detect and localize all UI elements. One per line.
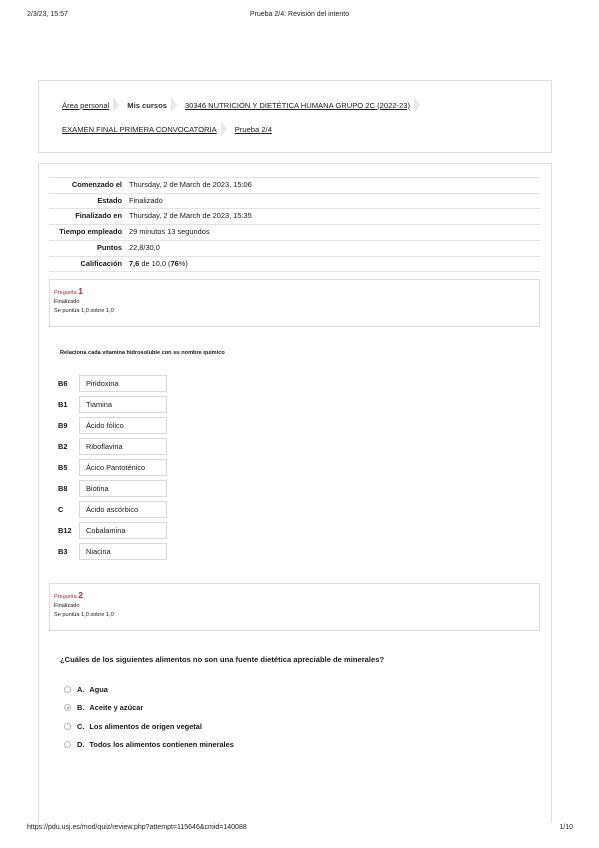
question-state: Finalizado xyxy=(54,603,80,610)
summary-label: Tiempo empleado xyxy=(59,227,122,237)
summary-value: Finalizado xyxy=(129,195,163,205)
question-number: Pregunta 2 xyxy=(54,588,535,602)
summary-row: Estado Finalizado xyxy=(49,192,540,209)
breadcrumb-separator-icon xyxy=(414,97,421,113)
match-select[interactable]: Niacina xyxy=(79,543,167,560)
question-number-value: 2 xyxy=(78,590,83,600)
match-row: B9 Ácido fólico xyxy=(58,415,167,436)
question-state: Finalizado xyxy=(54,299,80,306)
grade-end: %) xyxy=(178,258,188,268)
question-prefix: Pregunta xyxy=(54,290,77,296)
breadcrumb-area-personal[interactable]: Área personal xyxy=(62,101,109,110)
breadcrumb-row: Área personal Mis cursos 30346 NUTRICIÓN… xyxy=(62,97,428,113)
question-text: ¿Cuáles de los siguientes alimentos no s… xyxy=(60,655,385,664)
match-label: B2 xyxy=(58,442,68,451)
option-text: Agua xyxy=(89,684,108,694)
option-letter: D. xyxy=(77,740,85,750)
grade-rest: de 10,0 ( xyxy=(139,258,171,268)
match-select[interactable]: Cobalamina xyxy=(79,522,167,539)
print-page-number: 1/10 xyxy=(559,824,573,831)
question-number-value: 1 xyxy=(78,286,83,296)
breadcrumb-exam[interactable]: EXAMEN FINAL PRIMERA CONVOCATORIA xyxy=(62,125,217,134)
match-label: B3 xyxy=(58,547,68,556)
summary-label: Estado xyxy=(97,195,122,205)
radio-icon[interactable] xyxy=(64,685,71,693)
answer-option[interactable]: C. Los alimentos de origen vegetal xyxy=(64,717,234,736)
attempt-summary-table: Comenzado el Thursday, 2 de March de 202… xyxy=(49,177,540,273)
option-text: Todos los alimentos contienen minerales xyxy=(89,740,234,750)
option-text: Aceite y azúcar xyxy=(89,703,144,713)
match-row: B8 Biotina xyxy=(58,478,167,499)
match-row: B6 Piridoxina xyxy=(58,373,167,394)
match-label: C xyxy=(58,505,64,514)
summary-value: 22,8/30,0 xyxy=(129,242,160,252)
match-row: C Ácido ascórbico xyxy=(58,499,167,520)
answer-option[interactable]: A. Agua xyxy=(64,680,234,699)
answer-option[interactable]: B. Aceite y azúcar xyxy=(64,699,234,718)
match-select[interactable]: Piridoxina xyxy=(79,375,167,392)
question-prefix: Pregunta xyxy=(54,594,77,600)
match-label: B5 xyxy=(58,463,68,472)
breadcrumb-row: EXAMEN FINAL PRIMERA CONVOCATORIA Prueba… xyxy=(62,121,272,137)
summary-value: Thursday, 2 de March de 2023, 15:35 xyxy=(129,211,252,221)
question-info-2: Pregunta 2 Finalizado Se puntúa 1,0 sobr… xyxy=(49,583,540,631)
match-select[interactable]: Tiamina xyxy=(79,396,167,413)
answer-option[interactable]: D. Todos los alimentos contienen minerale… xyxy=(64,736,234,755)
print-header: 2/3/23, 15:57 Prueba 2/4: Revisión del i… xyxy=(0,11,599,23)
question-score: Se puntúa 1,0 sobre 1,0 xyxy=(54,308,114,315)
matching-answers: B6 Piridoxina B1 Tiamina B9 Ácido fólico B2… xyxy=(58,373,167,562)
breadcrumb-separator-icon xyxy=(170,97,177,113)
option-letter: A. xyxy=(77,684,85,694)
match-row: B12 Cobalamina xyxy=(58,520,167,541)
match-select[interactable]: Ácido fólico xyxy=(79,417,167,434)
match-row: B5 Ácico Pantoténico xyxy=(58,457,167,478)
summary-row: Comenzado el Thursday, 2 de March de 202… xyxy=(49,177,540,193)
summary-row: Finalizado en Thursday, 2 de March de 20… xyxy=(49,208,540,224)
summary-label: Calificación xyxy=(80,258,122,268)
breadcrumb-mis-cursos[interactable]: Mis cursos xyxy=(127,101,167,110)
match-row: B2 Riboflavina xyxy=(58,436,167,457)
option-text: Los alimentos de origen vegetal xyxy=(89,721,202,731)
grade-value: 7,6 xyxy=(129,258,140,268)
grade-percent: 76 xyxy=(170,258,179,268)
radio-icon[interactable] xyxy=(64,722,71,730)
match-select[interactable]: Riboflavina xyxy=(79,438,167,455)
match-select[interactable]: Biotina xyxy=(79,480,167,497)
breadcrumb-separator-icon xyxy=(113,97,120,113)
radio-icon[interactable] xyxy=(64,741,71,749)
radio-checked-icon[interactable] xyxy=(64,704,71,712)
breadcrumb-course[interactable]: 30346 NUTRICIÓN Y DIETÉTICA HUMANA GRUPO… xyxy=(185,101,410,110)
summary-label: Comenzado el xyxy=(71,180,122,189)
summary-row: Tiempo empleado 29 minutos 13 segundos xyxy=(49,224,540,240)
option-letter: C. xyxy=(77,721,85,731)
match-label: B6 xyxy=(58,379,68,388)
summary-grade-value: 7,6 de 10,0 (76%) xyxy=(127,257,190,272)
match-row: B1 Tiamina xyxy=(58,394,167,415)
breadcrumb-quiz[interactable]: Prueba 2/4 xyxy=(235,125,272,134)
match-label: B8 xyxy=(58,484,68,493)
match-label: B12 xyxy=(58,526,72,535)
breadcrumb-separator-icon xyxy=(220,121,227,137)
question-number: Pregunta 1 xyxy=(54,284,535,298)
question-text: Relaciona cada vitamina hidrosoluble con… xyxy=(60,350,225,356)
answer-options: A. Agua B. Aceite y azúcar C. Los alimentos… xyxy=(64,680,234,754)
summary-row: Puntos 22,8/30,0 xyxy=(49,239,540,256)
summary-label: Finalizado en xyxy=(75,211,122,221)
option-letter: B. xyxy=(77,703,85,713)
match-label: B9 xyxy=(58,421,68,430)
breadcrumb: Área personal Mis cursos 30346 NUTRICIÓN… xyxy=(38,80,552,153)
summary-value: Thursday, 2 de March de 2023, 15:06 xyxy=(129,180,252,189)
summary-label: Puntos xyxy=(96,242,122,252)
match-row: B3 Niacina xyxy=(58,541,167,562)
match-select[interactable]: Ácido ascórbico xyxy=(79,501,167,518)
summary-row: Calificación 7,6 de 10,0 (76%) xyxy=(49,255,540,273)
print-title: Prueba 2/4: Revisión del intento xyxy=(249,11,350,18)
match-select[interactable]: Ácico Pantoténico xyxy=(79,459,167,476)
match-label: B1 xyxy=(58,400,68,409)
print-url: https://pdu.usj.es/mod/quiz/review.php?a… xyxy=(27,824,247,831)
question-score: Se puntúa 1,0 sobre 1,0 xyxy=(54,612,114,619)
question-info-1: Pregunta 1 Finalizado Se puntúa 1,0 sobr… xyxy=(49,279,540,327)
summary-value: 29 minutos 13 segundos xyxy=(129,227,210,237)
